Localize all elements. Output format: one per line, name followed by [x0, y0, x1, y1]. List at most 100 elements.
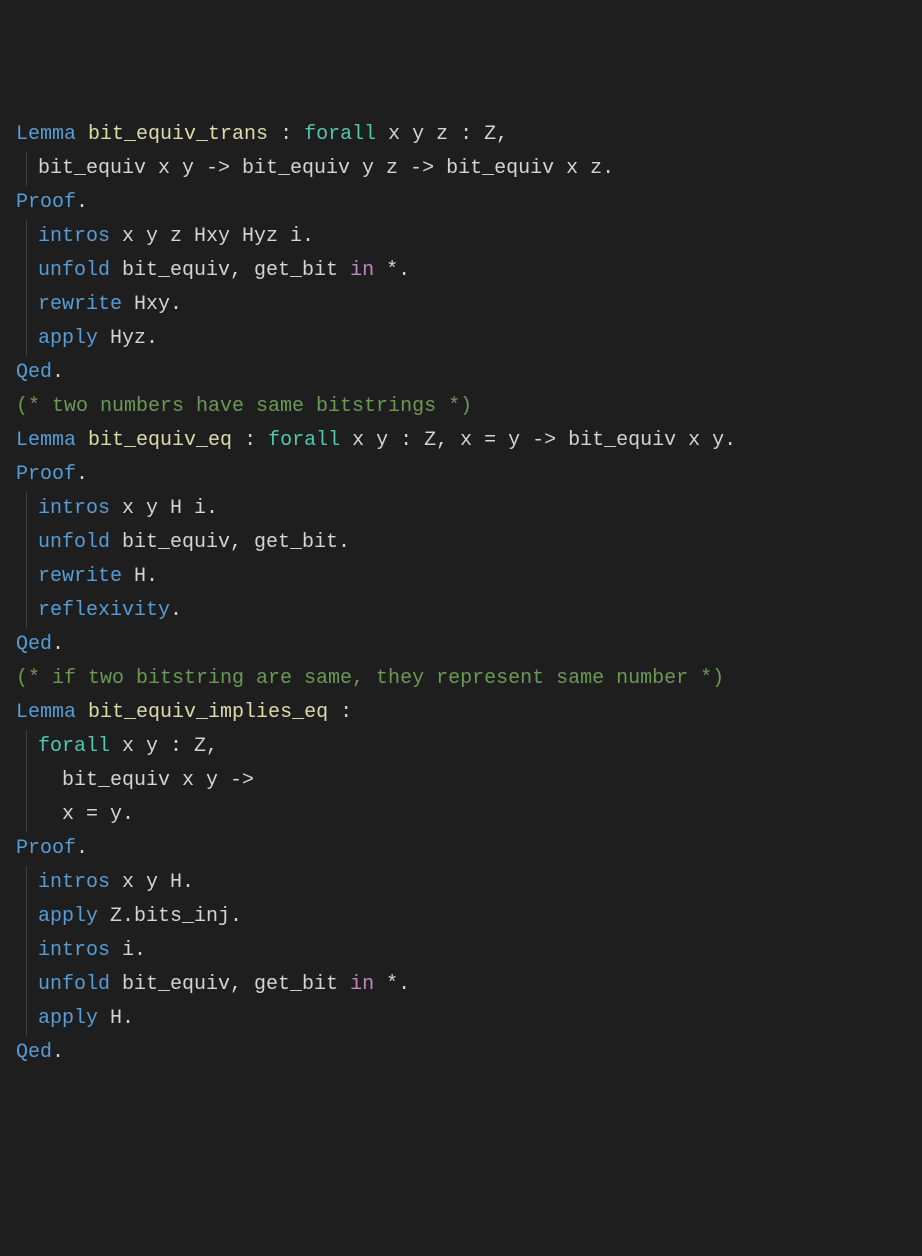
- code-token: [76, 429, 88, 452]
- code-token: .: [76, 191, 88, 214]
- code-token: bit_equiv x y -> bit_equiv y z -> bit_eq…: [38, 157, 614, 180]
- code-token: unfold: [38, 259, 110, 282]
- code-token: :: [268, 123, 304, 146]
- indent-guide: intros x y z Hxy Hyz i.: [26, 220, 314, 254]
- code-token: (* if two bitstring are same, they repre…: [16, 667, 724, 690]
- indent-guide: unfold bit_equiv, get_bit in *.: [26, 968, 410, 1002]
- code-token: bit_equiv_trans: [88, 123, 268, 146]
- code-token: [76, 123, 88, 146]
- code-token: x y H i.: [110, 497, 218, 520]
- indent-guide: apply Z.bits_inj.: [26, 900, 242, 934]
- indent-guide: intros x y H.: [26, 866, 194, 900]
- code-token: Hyz.: [98, 327, 158, 350]
- code-token: apply: [38, 905, 98, 928]
- code-block: Lemma bit_equiv_trans : forall x y z : Z…: [16, 118, 906, 1070]
- code-token: .: [52, 361, 64, 384]
- code-token: H.: [122, 565, 158, 588]
- code-token: H.: [98, 1007, 134, 1030]
- code-token: *.: [374, 973, 410, 996]
- code-token: bit_equiv, get_bit.: [110, 531, 350, 554]
- indent-guide: intros x y H i.: [26, 492, 218, 526]
- code-token: forall: [38, 735, 110, 758]
- code-line: forall x y : Z,: [16, 730, 906, 764]
- code-line: bit_equiv x y ->: [16, 764, 906, 798]
- code-token: forall: [304, 123, 376, 146]
- code-token: apply: [38, 1007, 98, 1030]
- code-line: unfold bit_equiv, get_bit.: [16, 526, 906, 560]
- code-token: x y z Hxy Hyz i.: [110, 225, 314, 248]
- code-token: Proof: [16, 463, 76, 486]
- code-token: :: [328, 701, 352, 724]
- code-token: .: [52, 1041, 64, 1064]
- code-token: .: [76, 837, 88, 860]
- indent-guide: unfold bit_equiv, get_bit in *.: [26, 254, 410, 288]
- code-token: Lemma: [16, 429, 76, 452]
- code-token: bit_equiv, get_bit: [110, 259, 350, 282]
- code-line: Lemma bit_equiv_trans : forall x y z : Z…: [16, 118, 906, 152]
- code-token: reflexivity: [38, 599, 170, 622]
- indent-guide: rewrite Hxy.: [26, 288, 182, 322]
- indent-guide: reflexivity.: [26, 594, 182, 628]
- code-line: Lemma bit_equiv_eq : forall x y : Z, x =…: [16, 424, 906, 458]
- code-line: Proof.: [16, 186, 906, 220]
- code-token: Qed: [16, 633, 52, 656]
- code-token: (* two numbers have same bitstrings *): [16, 395, 472, 418]
- indent-guide: forall x y : Z,: [26, 730, 218, 764]
- code-token: x y : Z, x = y -> bit_equiv x y.: [340, 429, 736, 452]
- code-token: *.: [374, 259, 410, 282]
- code-token: intros: [38, 871, 110, 894]
- code-line: Proof.: [16, 832, 906, 866]
- code-token: Lemma: [16, 701, 76, 724]
- code-token: :: [232, 429, 268, 452]
- code-token: rewrite: [38, 565, 122, 588]
- indent-guide: unfold bit_equiv, get_bit.: [26, 526, 350, 560]
- code-line: apply H.: [16, 1002, 906, 1036]
- code-token: Qed: [16, 361, 52, 384]
- code-token: in: [350, 973, 374, 996]
- code-line: intros x y H i.: [16, 492, 906, 526]
- indent-guide: apply H.: [26, 1002, 134, 1036]
- code-line: (* two numbers have same bitstrings *): [16, 390, 906, 424]
- indent-guide: intros i.: [26, 934, 146, 968]
- code-token: unfold: [38, 973, 110, 996]
- indent-guide: bit_equiv x y ->: [26, 764, 254, 798]
- code-line: apply Z.bits_inj.: [16, 900, 906, 934]
- code-token: Hxy.: [122, 293, 182, 316]
- code-line: rewrite Hxy.: [16, 288, 906, 322]
- code-line: intros x y H.: [16, 866, 906, 900]
- code-line: reflexivity.: [16, 594, 906, 628]
- code-token: x y H.: [110, 871, 194, 894]
- code-line: unfold bit_equiv, get_bit in *.: [16, 254, 906, 288]
- code-token: Proof: [16, 191, 76, 214]
- code-token: rewrite: [38, 293, 122, 316]
- code-token: .: [170, 599, 182, 622]
- code-line: Qed.: [16, 1036, 906, 1070]
- code-token: intros: [38, 225, 110, 248]
- indent-guide: x = y.: [26, 798, 134, 832]
- code-line: intros x y z Hxy Hyz i.: [16, 220, 906, 254]
- code-token: .: [52, 633, 64, 656]
- code-token: x y z : Z,: [376, 123, 508, 146]
- code-line: Qed.: [16, 628, 906, 662]
- code-line: Lemma bit_equiv_implies_eq :: [16, 696, 906, 730]
- code-line: x = y.: [16, 798, 906, 832]
- code-token: Z.bits_inj.: [98, 905, 242, 928]
- indent-guide: bit_equiv x y -> bit_equiv y z -> bit_eq…: [26, 152, 614, 186]
- code-token: intros: [38, 497, 110, 520]
- code-token: Lemma: [16, 123, 76, 146]
- code-token: [76, 701, 88, 724]
- indent-guide: apply Hyz.: [26, 322, 158, 356]
- code-line: apply Hyz.: [16, 322, 906, 356]
- code-token: intros: [38, 939, 110, 962]
- code-line: unfold bit_equiv, get_bit in *.: [16, 968, 906, 1002]
- code-line: Proof.: [16, 458, 906, 492]
- code-line: Qed.: [16, 356, 906, 390]
- code-token: x y : Z,: [110, 735, 218, 758]
- code-line: bit_equiv x y -> bit_equiv y z -> bit_eq…: [16, 152, 906, 186]
- code-token: Proof: [16, 837, 76, 860]
- code-token: apply: [38, 327, 98, 350]
- code-token: i.: [110, 939, 146, 962]
- code-token: bit_equiv x y ->: [62, 769, 254, 792]
- code-token: forall: [268, 429, 340, 452]
- code-line: intros i.: [16, 934, 906, 968]
